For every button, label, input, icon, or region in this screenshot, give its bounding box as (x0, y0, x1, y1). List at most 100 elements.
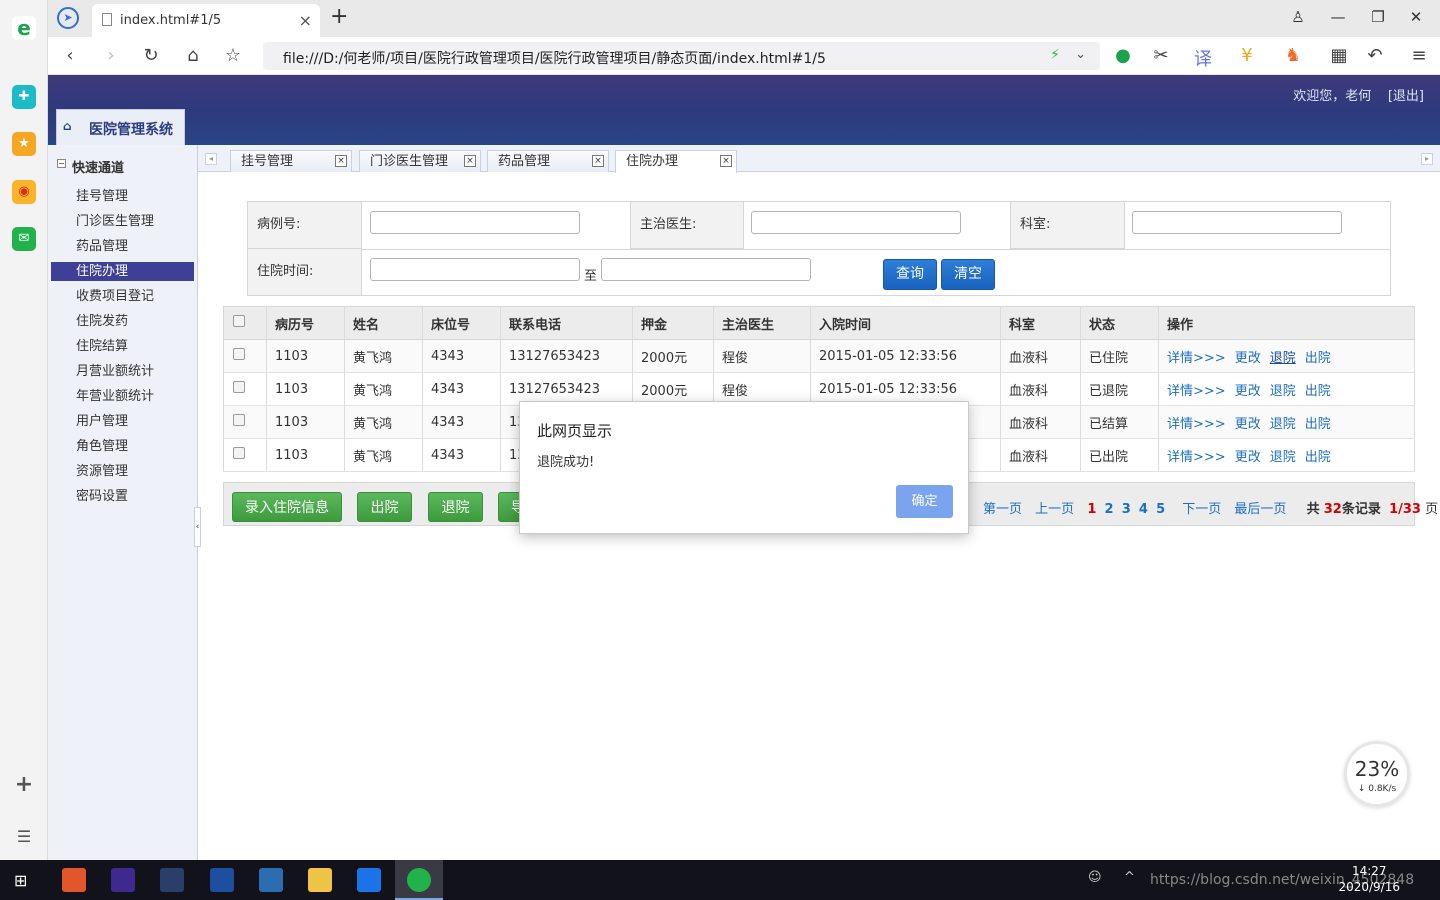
minimize-button[interactable]: — (1328, 8, 1348, 26)
add-icon[interactable]: + (12, 773, 36, 797)
sidebar-item[interactable]: 用户管理 (51, 412, 194, 431)
logout-link[interactable]: [退出] (1388, 89, 1424, 104)
row-checkbox[interactable] (233, 348, 245, 360)
new-tab-button[interactable]: + (330, 4, 348, 29)
sidebar-item[interactable]: 门诊医生管理 (51, 212, 194, 231)
navigation-icon[interactable]: ➤ (57, 7, 79, 29)
eclipse-icon[interactable] (160, 868, 184, 892)
edit-link[interactable]: 更改 (1235, 450, 1261, 465)
forward-icon[interactable]: › (100, 45, 122, 66)
scissors-icon[interactable]: ✂ (1150, 45, 1172, 66)
weibo-icon[interactable]: ◉ (12, 180, 36, 204)
sidebar-item[interactable]: 资源管理 (51, 462, 194, 481)
close-tab-icon[interactable]: × (720, 155, 732, 167)
lightning-icon[interactable]: ⚡ (1050, 47, 1060, 63)
back-link[interactable]: 退院 (1270, 417, 1296, 432)
back-link[interactable]: 退院 (1270, 384, 1296, 399)
people-icon[interactable]: ☺ (1088, 870, 1102, 885)
edit-link[interactable]: 更改 (1235, 351, 1261, 366)
sidebar-item[interactable]: 年营业额统计 (51, 387, 194, 406)
edit-link[interactable]: 更改 (1235, 417, 1261, 432)
sidebar-item[interactable]: 住院结算 (51, 337, 194, 356)
browser-tab[interactable]: index.html#1/5 × (92, 4, 320, 37)
end-time-input[interactable] (601, 258, 811, 281)
leave-link[interactable]: 出院 (1305, 351, 1331, 366)
detail-link[interactable]: 详情>>> (1167, 351, 1226, 366)
back-link[interactable]: 退院 (1270, 450, 1296, 465)
back-link[interactable]: 退院 (1270, 351, 1296, 366)
clear-button[interactable]: 清空 (941, 259, 995, 290)
sidebar-item[interactable]: 密码设置 (51, 487, 194, 506)
start-time-input[interactable] (370, 258, 580, 281)
close-tab-icon[interactable]: × (592, 155, 604, 167)
bookmark-star-icon[interactable]: ☆ (222, 45, 244, 66)
page-tab[interactable]: 药品管理 × (487, 150, 609, 172)
case-no-input[interactable] (370, 211, 580, 234)
page-link-5[interactable]: 5 (1156, 502, 1165, 517)
vm-icon[interactable] (259, 868, 283, 892)
doctor-input[interactable] (751, 211, 961, 234)
row-checkbox[interactable] (233, 447, 245, 459)
mail-icon[interactable]: ✉ (12, 227, 36, 251)
apps-grid-icon[interactable]: ▦ (1328, 45, 1350, 66)
active-browser-task[interactable] (395, 860, 443, 900)
sidebar-item[interactable]: 住院办理 (51, 262, 194, 281)
close-tab-icon[interactable]: × (464, 155, 476, 167)
photos-icon[interactable] (357, 868, 381, 892)
prev-page-link[interactable]: 上一页 (1035, 502, 1074, 517)
detail-link[interactable]: 详情>>> (1167, 450, 1226, 465)
tabs-scroll-left-icon[interactable]: ◂ (205, 153, 217, 165)
query-button[interactable]: 查询 (883, 259, 937, 290)
sidebar-item[interactable]: 月营业额统计 (51, 362, 194, 381)
address-bar[interactable]: file:///D:/何老师/项目/医院行政管理项目/医院行政管理项目/静态页面… (263, 42, 1100, 70)
network-speed-widget[interactable]: 23% ↓ 0.8K/s (1344, 741, 1410, 807)
translate-icon[interactable]: 译 (1192, 45, 1214, 71)
undo-icon[interactable]: ↶ (1364, 45, 1386, 66)
sidebar-toggle-handle[interactable]: ‹ (194, 507, 201, 547)
row-checkbox[interactable] (233, 381, 245, 393)
notepad-icon[interactable] (210, 868, 234, 892)
restore-button[interactable]: ❐ (1368, 8, 1388, 26)
page-tab[interactable]: 挂号管理 × (230, 150, 352, 172)
favorites-icon[interactable]: ★ (12, 132, 36, 156)
detail-link[interactable]: 详情>>> (1167, 417, 1226, 432)
windows-start-icon[interactable]: ⊞ (14, 871, 27, 890)
page-link-1[interactable]: 1 (1087, 502, 1096, 517)
first-page-link[interactable]: 第一页 (983, 502, 1022, 517)
row-checkbox[interactable] (233, 414, 245, 426)
home-icon[interactable]: ⌂ (182, 45, 204, 66)
sidebar-item[interactable]: 角色管理 (51, 437, 194, 456)
last-page-link[interactable]: 最后一页 (1234, 502, 1286, 517)
system-clock[interactable]: 14:27 2020/9/16 (1338, 863, 1400, 895)
chevron-down-icon[interactable]: ⌄ (1075, 47, 1086, 62)
page-link-2[interactable]: 2 (1105, 502, 1114, 517)
add-inpatient-button[interactable]: 录入住院信息 (232, 492, 342, 522)
dialog-ok-button[interactable]: 确定 (896, 485, 953, 518)
sidebar-item[interactable]: 收费项目登记 (51, 287, 194, 306)
page-tab[interactable]: 住院办理 × (615, 150, 737, 173)
sidebar-item[interactable]: 住院发药 (51, 312, 194, 331)
collapse-icon[interactable]: − (57, 159, 66, 168)
sidebar-item[interactable]: 药品管理 (51, 237, 194, 256)
hamburger-menu-icon[interactable]: ≡ (1408, 45, 1430, 66)
leave-link[interactable]: 出院 (1305, 450, 1331, 465)
close-tab-icon[interactable]: × (299, 11, 312, 30)
close-tab-icon[interactable]: × (335, 155, 347, 167)
shield-ext-icon[interactable]: ● (1112, 45, 1134, 66)
select-all-checkbox[interactable] (233, 315, 245, 327)
back-button[interactable]: 退院 (428, 492, 483, 522)
page-link-4[interactable]: 4 (1139, 502, 1148, 517)
health-icon[interactable]: ✚ (12, 85, 36, 109)
leave-button[interactable]: 出院 (357, 492, 412, 522)
reload-icon[interactable]: ↻ (140, 45, 162, 66)
page-link-3[interactable]: 3 (1122, 502, 1131, 517)
leave-link[interactable]: 出院 (1305, 384, 1331, 399)
file-explorer-icon[interactable] (308, 868, 332, 892)
hbuilder-icon[interactable] (62, 868, 86, 892)
tray-expand-icon[interactable]: ^ (1124, 870, 1135, 885)
tabs-scroll-right-icon[interactable]: ▸ (1421, 153, 1433, 165)
menu-list-icon[interactable]: ☰ (12, 825, 36, 849)
leave-link[interactable]: 出院 (1305, 417, 1331, 432)
window-close-button[interactable]: ✕ (1406, 8, 1426, 26)
dept-input[interactable] (1132, 211, 1342, 234)
